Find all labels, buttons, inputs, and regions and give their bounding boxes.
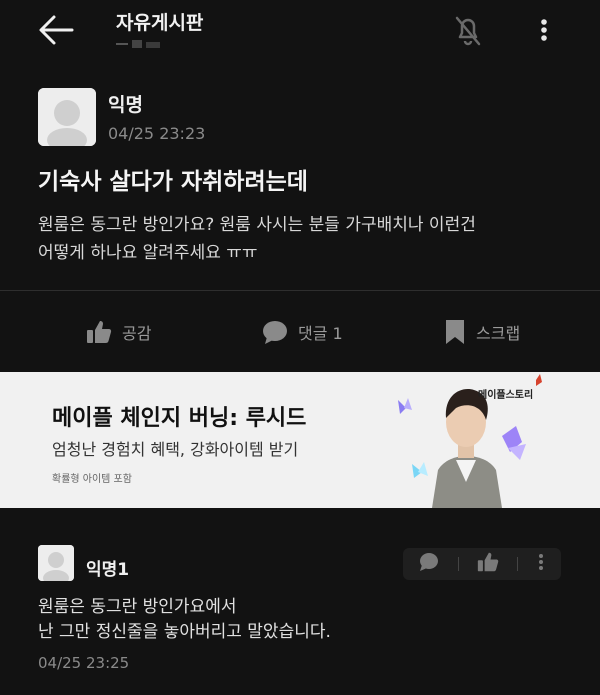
comment-body: 원룸은 동그란 방인가요에서 난 그만 정신줄을 놓아버리고 말았습니다. [38, 595, 578, 645]
comment-avatar [38, 545, 74, 581]
ad-banner[interactable]: 메이플 체인지 버닝: 루시드 엄청난 경험치 혜택, 강화아이템 받기 확률형… [0, 372, 600, 508]
separator [517, 557, 518, 571]
divider [0, 290, 600, 291]
comment-button[interactable]: 댓글 1 [262, 318, 343, 346]
scrap-button[interactable]: 스크랩 [444, 318, 520, 346]
board-title: 자유게시판 [116, 12, 204, 34]
post-author: 익명 [108, 94, 143, 116]
post-timestamp: 04/25 23:23 [108, 124, 206, 143]
comment-more-icon[interactable] [536, 551, 546, 577]
post-body-line: 원룸은 동그란 방인가요? 원룸 사시는 분들 가구배치나 이런건 [38, 215, 476, 235]
bookmark-icon [446, 320, 464, 344]
comment-author: 익명1 [86, 560, 130, 580]
post-title: 기숙사 살다가 자취하려는데 [38, 169, 308, 195]
ad-brand-logo: 메이플스토리 [478, 390, 534, 401]
comment-actions [403, 548, 561, 580]
notification-off-icon[interactable] [448, 12, 488, 48]
comment-label: 댓글 1 [298, 324, 343, 343]
comment-timestamp: 04/25 23:25 [38, 654, 130, 672]
like-button[interactable]: 공감 [86, 318, 151, 346]
comment-like-icon[interactable] [477, 551, 499, 577]
ad-subtitle: 엄청난 경험치 혜택, 강화아이템 받기 [52, 440, 299, 459]
avatar [38, 88, 96, 146]
post-body-line: 어떻게 하나요 알려주세요 ㅠㅠ [38, 243, 258, 263]
scrap-label: 스크랩 [476, 324, 521, 343]
comment-body-line: 원룸은 동그란 방인가요에서 [38, 597, 237, 617]
more-options-icon[interactable] [530, 12, 558, 48]
board-subtitle-redacted [116, 36, 162, 50]
thumbs-up-icon [87, 321, 112, 343]
reply-icon[interactable] [418, 551, 440, 577]
separator [458, 557, 459, 571]
ad-title: 메이플 체인지 버닝: 루시드 [52, 406, 307, 431]
like-label: 공감 [122, 324, 152, 343]
comment-bubble-icon [263, 321, 287, 344]
post-body: 원룸은 동그란 방인가요? 원룸 사시는 분들 가구배치나 이런건 어떻게 하나… [38, 211, 578, 267]
top-bar: 자유게시판 [0, 0, 600, 62]
back-arrow-icon[interactable] [36, 12, 76, 48]
ad-note: 확률형 아이템 포함 [52, 474, 132, 485]
comment-body-line: 난 그만 정신줄을 놓아버리고 말았습니다. [38, 622, 331, 642]
